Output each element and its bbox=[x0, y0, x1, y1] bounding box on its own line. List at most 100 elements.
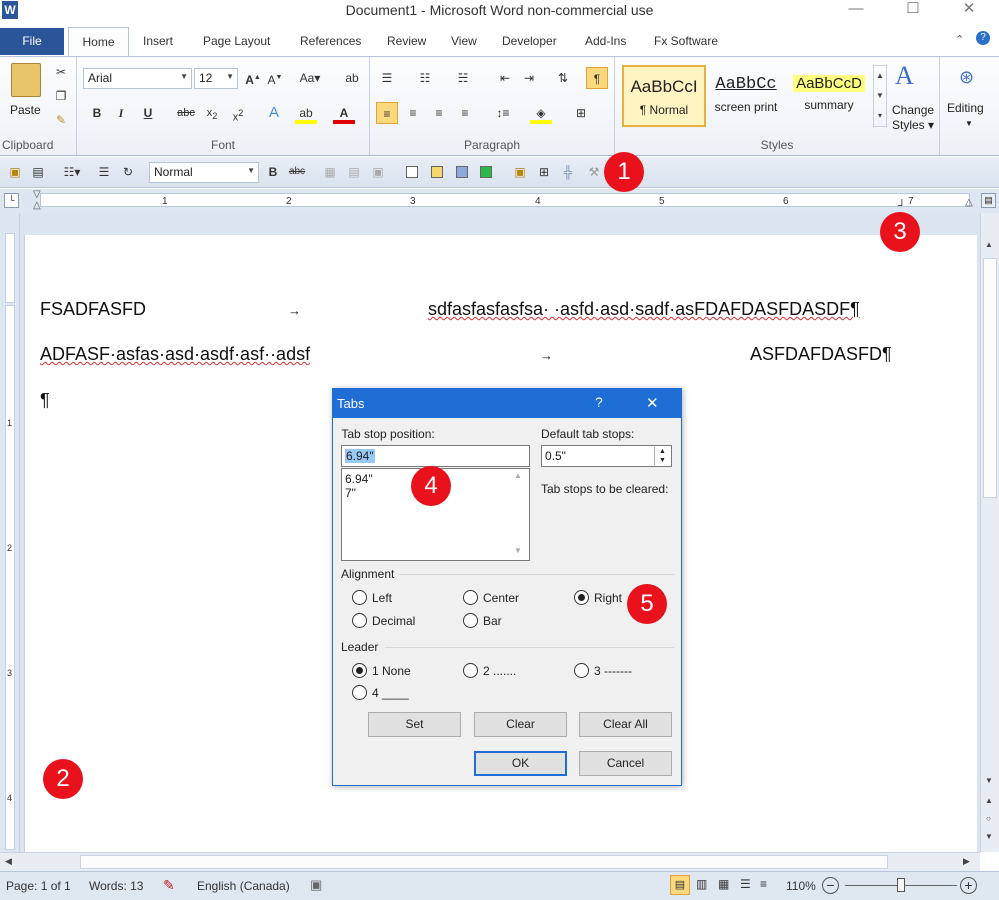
tab-page-layout[interactable]: Page Layout bbox=[203, 34, 270, 48]
superscript-icon[interactable]: x2 bbox=[227, 102, 249, 124]
grid-icon[interactable]: ⊞ bbox=[533, 161, 555, 183]
format-painter-icon[interactable]: ✎ bbox=[50, 109, 72, 131]
vertical-scrollbar[interactable]: ▲ ▼ ▲ ○ ▼ bbox=[980, 213, 999, 852]
clear-button[interactable]: Clear bbox=[474, 712, 567, 737]
radio-leader-dashes-label[interactable]: 3 ------- bbox=[594, 664, 632, 678]
grow-font-icon[interactable]: A▲ bbox=[242, 67, 264, 89]
green-box-icon[interactable] bbox=[480, 166, 492, 178]
print-layout-icon[interactable]: ▤ bbox=[670, 875, 690, 895]
proofing-icon[interactable]: ✎ bbox=[163, 877, 175, 894]
radio-bar[interactable] bbox=[463, 613, 478, 628]
previous-page-icon[interactable]: ▲ bbox=[985, 796, 993, 805]
cut-icon[interactable]: ✂ bbox=[50, 61, 72, 83]
style-normal[interactable]: AaBbCcI ¶ Normal bbox=[622, 65, 706, 127]
radio-bar-label[interactable]: Bar bbox=[483, 614, 502, 628]
indent-marker-icon[interactable]: ▽ bbox=[33, 189, 41, 200]
font-name-select[interactable]: Arial ▼ bbox=[83, 68, 192, 89]
radio-center-label[interactable]: Center bbox=[483, 591, 519, 605]
numbered-list-icon[interactable]: ☷▾ bbox=[61, 161, 83, 183]
paste-button[interactable]: Paste bbox=[10, 103, 41, 117]
minimize-button[interactable]: — bbox=[836, 0, 876, 20]
editing-button[interactable]: Editing bbox=[947, 101, 984, 115]
view-ruler-icon[interactable]: ▤ bbox=[981, 193, 996, 208]
macro-icon[interactable]: ▣ bbox=[310, 877, 322, 893]
clear-formatting-icon[interactable]: ab bbox=[341, 67, 363, 89]
sort-icon[interactable]: ⇅ bbox=[552, 67, 574, 89]
tab-references[interactable]: References bbox=[300, 34, 361, 48]
zoom-out-icon[interactable]: − bbox=[822, 877, 839, 894]
radio-center[interactable] bbox=[463, 590, 478, 605]
dialog-close-button[interactable]: ✕ bbox=[646, 394, 659, 412]
radio-right-label[interactable]: Right bbox=[594, 591, 622, 605]
page-count[interactable]: Page: 1 of 1 bbox=[6, 879, 71, 893]
style-select[interactable]: Normal ▼ bbox=[149, 162, 259, 183]
justify-icon[interactable]: ≡ bbox=[454, 102, 476, 124]
tab-stop-position-input[interactable]: 6.94" bbox=[341, 445, 530, 467]
align-left-icon[interactable]: ≡ bbox=[376, 102, 398, 124]
styles-scroll[interactable]: ▲ ▼ ▾ bbox=[873, 65, 887, 127]
underline-icon[interactable]: U bbox=[137, 102, 159, 124]
blue-box-icon[interactable] bbox=[456, 166, 468, 178]
tab-add-ins[interactable]: Add-Ins bbox=[585, 34, 626, 48]
zoom-slider-thumb[interactable] bbox=[897, 878, 905, 892]
refresh-icon[interactable]: ↻ bbox=[117, 161, 139, 183]
open-folder-icon[interactable]: ▣ bbox=[4, 161, 26, 183]
scroll-up-icon[interactable]: ▲ bbox=[514, 471, 522, 480]
bold-icon[interactable]: B bbox=[262, 161, 284, 183]
align-right-icon[interactable]: ≡ bbox=[428, 102, 450, 124]
default-tab-stops-input[interactable]: 0.5" ▲ ▼ bbox=[541, 445, 672, 467]
vertical-scroll-thumb[interactable] bbox=[983, 258, 997, 498]
zoom-level[interactable]: 110% bbox=[786, 879, 816, 893]
set-button[interactable]: Set bbox=[368, 712, 461, 737]
change-styles-button[interactable]: Change Styles ▾ bbox=[892, 103, 934, 133]
radio-leader-dots[interactable] bbox=[463, 663, 478, 678]
radio-leader-none[interactable] bbox=[352, 663, 367, 678]
spinner-icon[interactable]: ▲ ▼ bbox=[654, 447, 670, 465]
document-icon[interactable]: ▤ bbox=[27, 161, 49, 183]
help-icon[interactable]: ? bbox=[976, 31, 990, 45]
scroll-left-icon[interactable]: ◀ bbox=[5, 856, 12, 867]
zoom-in-icon[interactable]: + bbox=[960, 877, 977, 894]
tab-developer[interactable]: Developer bbox=[502, 34, 557, 48]
shrink-font-icon[interactable]: A▼ bbox=[264, 67, 286, 89]
strikethrough-icon[interactable]: abc bbox=[286, 161, 308, 183]
radio-leader-none-label[interactable]: 1 None bbox=[372, 664, 411, 678]
ruler-bar[interactable]: 1 2 3 4 5 6 7 ┘ bbox=[40, 193, 970, 212]
line-spacing-icon[interactable]: ↕≡ bbox=[492, 102, 514, 124]
radio-leader-underline-label[interactable]: 4 ____ bbox=[372, 686, 409, 700]
tab-selector-icon[interactable]: └ bbox=[4, 193, 19, 208]
next-page-icon[interactable]: ▼ bbox=[985, 832, 993, 841]
borders-icon[interactable]: ⊞ bbox=[570, 102, 592, 124]
bold-icon[interactable]: B bbox=[86, 102, 108, 124]
paste-icon[interactable] bbox=[11, 63, 41, 97]
vertical-ruler[interactable]: 1 2 3 4 bbox=[0, 213, 20, 852]
ribbon-collapse-icon[interactable]: ⌃ bbox=[955, 33, 964, 46]
word-count[interactable]: Words: 13 bbox=[89, 879, 143, 893]
subscript-icon[interactable]: x2 bbox=[201, 102, 223, 124]
horizontal-scroll-thumb[interactable] bbox=[80, 855, 888, 869]
shading-icon[interactable]: ◈ bbox=[530, 102, 552, 124]
close-button[interactable]: ✕ bbox=[949, 0, 989, 20]
table-merge-icon[interactable]: ▣ bbox=[367, 161, 389, 183]
tab-fx-software[interactable]: Fx Software bbox=[654, 34, 718, 48]
strikethrough-icon[interactable]: abc bbox=[175, 102, 197, 124]
show-formatting-marks-icon[interactable]: ¶ bbox=[586, 67, 608, 89]
numbering-icon[interactable]: ☷ bbox=[414, 67, 436, 89]
scroll-down-icon[interactable]: ▼ bbox=[985, 776, 993, 785]
highlight-icon[interactable]: ab bbox=[295, 102, 317, 124]
scroll-down-icon[interactable]: ▼ bbox=[514, 546, 522, 555]
multilevel-list-icon[interactable]: ☵ bbox=[452, 67, 474, 89]
browse-object-icon[interactable]: ○ bbox=[986, 814, 991, 823]
radio-leader-dots-label[interactable]: 2 ....... bbox=[483, 664, 516, 678]
right-indent-icon[interactable]: △ bbox=[965, 197, 973, 208]
tab-insert[interactable]: Insert bbox=[143, 34, 173, 48]
tools-icon[interactable]: ⚒ bbox=[583, 161, 605, 183]
style-summary[interactable]: AaBbCcD summary bbox=[787, 65, 871, 127]
yellow-box-icon[interactable] bbox=[431, 166, 443, 178]
maximize-button[interactable]: ☐ bbox=[893, 0, 933, 20]
italic-icon[interactable]: I bbox=[110, 102, 132, 124]
dialog-title-bar[interactable]: Tabs ? ✕ bbox=[333, 389, 681, 418]
crosshair-icon[interactable]: ╬ bbox=[557, 161, 579, 183]
tab-review[interactable]: Review bbox=[387, 34, 426, 48]
cancel-button[interactable]: Cancel bbox=[579, 751, 672, 776]
